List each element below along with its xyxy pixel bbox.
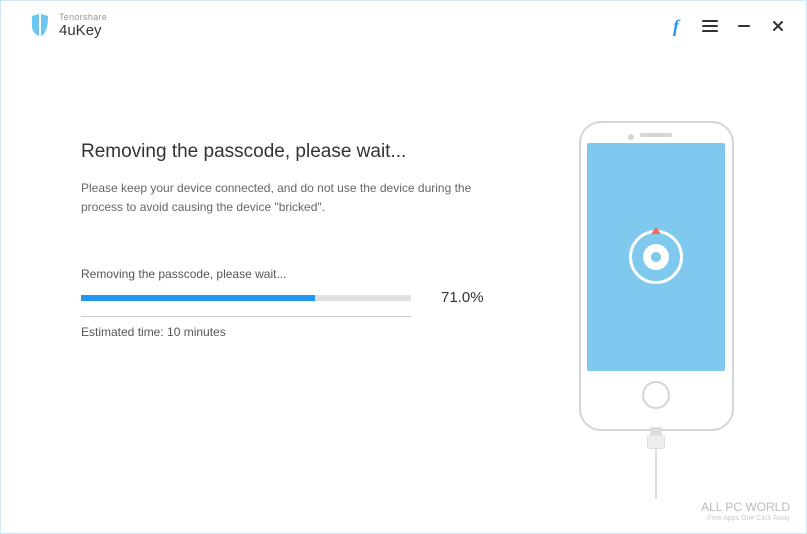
progress-divider — [81, 316, 411, 317]
menu-icon[interactable] — [702, 18, 718, 34]
progress-bar — [81, 295, 411, 301]
device-illustration — [556, 111, 756, 533]
watermark-main: ALL PC WORLD — [701, 500, 790, 514]
phone-home-button-icon — [642, 381, 670, 409]
progress-percent: 71.0% — [441, 289, 484, 306]
brand-logo-icon — [29, 14, 51, 38]
status-panel: Removing the passcode, please wait... Pl… — [81, 111, 516, 533]
gear-circle-icon — [629, 230, 683, 284]
phone-camera-icon — [628, 134, 634, 140]
progress-label: Removing the passcode, please wait... — [81, 267, 516, 281]
content: Removing the passcode, please wait... Pl… — [1, 51, 806, 533]
app-window: Tenorshare 4uKey f Removing the passcode… — [0, 0, 807, 534]
progress-fill — [81, 295, 315, 301]
phone-screen — [587, 143, 725, 371]
page-description: Please keep your device connected, and d… — [81, 179, 501, 217]
phone-icon — [579, 121, 734, 431]
watermark-sub: Free Apps One Click Away — [701, 515, 790, 523]
brand: Tenorshare 4uKey — [29, 13, 107, 39]
phone-speaker-icon — [640, 133, 672, 137]
titlebar: Tenorshare 4uKey f — [1, 1, 806, 51]
brand-text: Tenorshare 4uKey — [59, 13, 107, 39]
gear-icon — [643, 244, 669, 270]
watermark: ALL PC WORLD Free Apps One Click Away — [701, 500, 790, 523]
brand-product: 4uKey — [59, 23, 107, 40]
progress-row: 71.0% — [81, 289, 516, 306]
window-controls: f — [668, 18, 786, 34]
page-heading: Removing the passcode, please wait... — [81, 141, 516, 163]
cable-icon — [647, 427, 665, 499]
estimated-time: Estimated time: 10 minutes — [81, 325, 516, 339]
minimize-icon[interactable] — [736, 18, 752, 34]
close-icon[interactable] — [770, 18, 786, 34]
facebook-icon[interactable]: f — [668, 18, 684, 34]
